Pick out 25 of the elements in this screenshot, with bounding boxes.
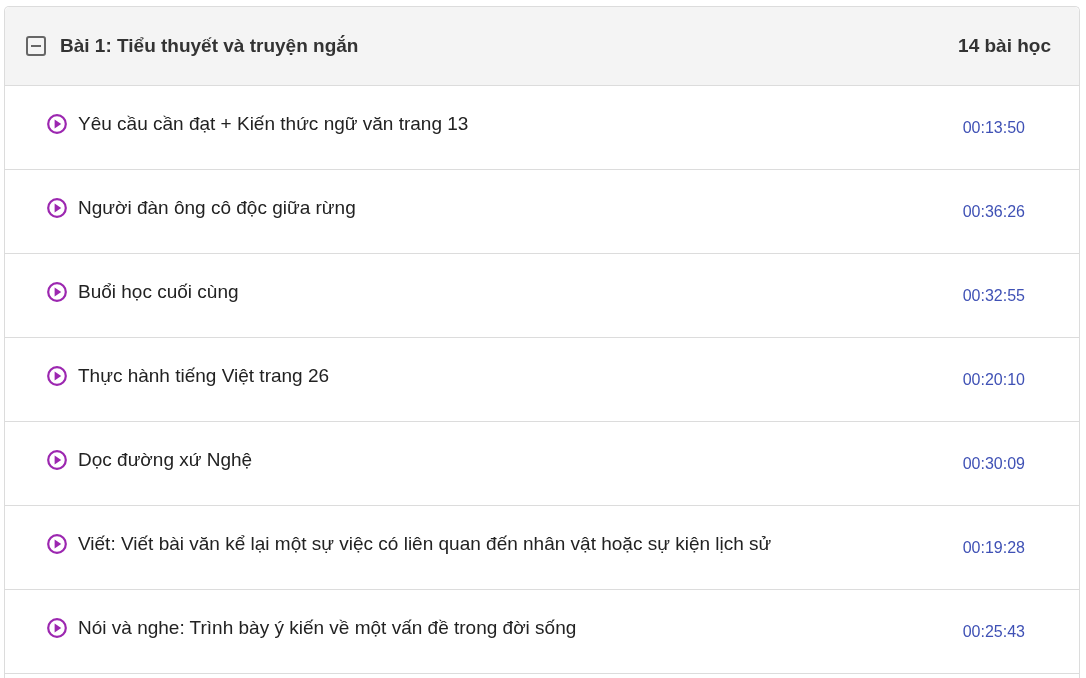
lesson-title[interactable]: Buổi học cuối cùng: [78, 278, 239, 306]
collapse-icon[interactable]: [26, 36, 46, 56]
play-icon: [47, 282, 67, 302]
lesson-duration: 00:19:28: [962, 538, 1025, 558]
lesson-title[interactable]: Người đàn ông cô độc giữa rừng: [78, 194, 356, 222]
lesson-duration: 00:36:26: [962, 202, 1025, 222]
lesson-title[interactable]: Viết: Viết bài văn kể lại một sự việc có liên quan đến nhân vật hoặc sự kiện lịch sử: [78, 530, 772, 558]
lesson-count: 14 bài học: [958, 33, 1051, 58]
lesson-duration: 00:25:43: [962, 622, 1025, 642]
lesson-title[interactable]: Yêu cầu cần đạt + Kiến thức ngữ văn trang 13: [78, 110, 469, 138]
play-icon: [47, 366, 67, 386]
lesson-duration: 00:32:55: [962, 286, 1025, 306]
lesson-duration: 00:20:10: [962, 370, 1025, 390]
section-header[interactable]: Bài 1: Tiểu thuyết và truyện ngắn 14 bài học: [5, 7, 1079, 86]
play-icon: [47, 114, 67, 134]
play-icon: [47, 618, 67, 638]
lesson-duration: 00:30:09: [962, 454, 1025, 474]
lesson-title[interactable]: Thực hành tiếng Việt trang 26: [78, 362, 330, 390]
play-icon: [47, 198, 67, 218]
section-title: Bài 1: Tiểu thuyết và truyện ngắn: [60, 33, 359, 58]
lesson-title[interactable]: Dọc đường xứ Nghệ: [78, 446, 253, 474]
lesson-title[interactable]: Nói và nghe: Trình bày ý kiến về một vấn đề trong đời sống: [78, 614, 577, 642]
play-icon: [47, 534, 67, 554]
lesson-duration: 00:13:50: [962, 118, 1025, 138]
play-icon: [47, 450, 67, 470]
